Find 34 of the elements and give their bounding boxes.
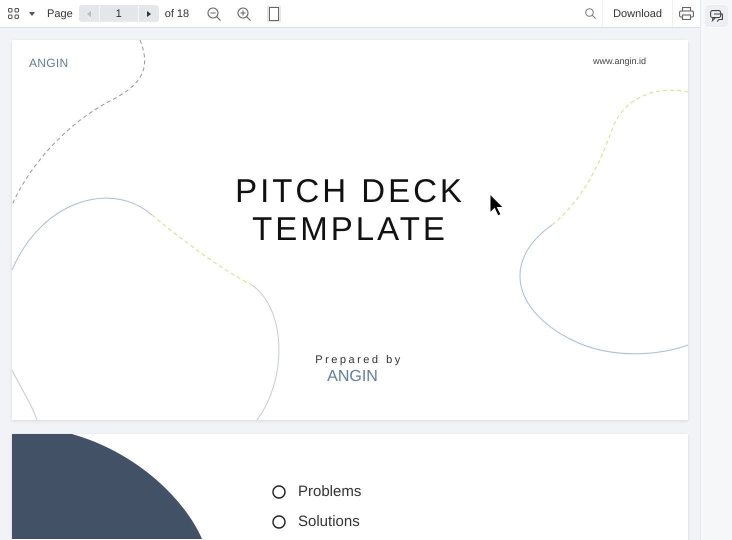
slide-title: PITCH DECK [235, 176, 465, 206]
search-button[interactable] [585, 8, 596, 19]
chat-bubbles-icon [710, 10, 723, 22]
page-number-field[interactable]: 1 [98, 5, 139, 22]
zoom-out-icon [207, 6, 222, 20]
slide-title: TEMPLATE [252, 214, 448, 244]
agenda-item: Solutions [298, 513, 360, 530]
dropdown-button[interactable] [29, 12, 35, 16]
print-button[interactable] [679, 7, 694, 20]
zoom-in-icon [237, 6, 252, 20]
page-label: Page [47, 8, 73, 20]
agenda-item: Problems [298, 483, 362, 500]
page-total: of 18 [164, 8, 190, 20]
zoom-out-button[interactable] [207, 6, 222, 20]
printer-icon [679, 7, 694, 20]
left-arrow-icon [86, 10, 91, 16]
grid-icon [8, 8, 19, 19]
logo-text: ANGIN [29, 56, 69, 70]
circle-bullet-icon [272, 484, 286, 498]
download-button[interactable]: Download [602, 0, 673, 27]
search-icon [585, 8, 596, 19]
website-url: www.angin.id [592, 56, 646, 68]
page-icon [269, 6, 280, 20]
right-arrow-icon [146, 10, 151, 16]
mouse-cursor-icon [489, 193, 505, 217]
prepared-by-text: Prepared by [315, 354, 403, 366]
zoom-in-button[interactable] [237, 6, 252, 20]
fit-page-button[interactable] [267, 6, 282, 22]
caret-icon [29, 12, 35, 16]
logo-text: ANGIN [327, 368, 378, 386]
thumbnails-button[interactable] [8, 8, 19, 19]
comments-button[interactable] [705, 5, 728, 27]
next-page-button[interactable] [138, 5, 159, 22]
circle-bullet-icon [272, 514, 286, 528]
